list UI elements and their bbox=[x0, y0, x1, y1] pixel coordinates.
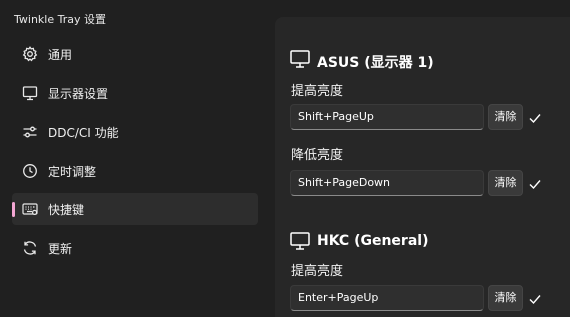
sidebar-item-schedule[interactable]: 定时调整 bbox=[12, 155, 258, 187]
brightness-up-hotkey-input[interactable]: Enter+PageUp bbox=[290, 285, 484, 311]
refresh-icon bbox=[23, 241, 37, 255]
gear-icon bbox=[22, 46, 38, 62]
keyboard-icon bbox=[22, 203, 38, 215]
clear-button[interactable]: 清除 bbox=[488, 285, 523, 311]
brightness-down-label: 降低亮度 bbox=[291, 148, 344, 163]
sidebar-item-ddcci[interactable]: DDC/CI 功能 bbox=[12, 116, 258, 148]
check-icon bbox=[529, 180, 541, 190]
monitor-name: ASUS (显示器 1) bbox=[317, 55, 434, 71]
sidebar-item-monitor-settings[interactable]: 显示器设置 bbox=[12, 77, 258, 109]
sidebar-item-label: 显示器设置 bbox=[48, 87, 109, 101]
sidebar-item-general[interactable]: 通用 bbox=[12, 38, 258, 70]
window-title: Twinkle Tray 设置 bbox=[14, 13, 106, 26]
hotkey-value: Shift+PageUp bbox=[298, 110, 374, 123]
sidebar-item-label: 定时调整 bbox=[48, 165, 97, 179]
brightness-up-label: 提高亮度 bbox=[291, 84, 344, 99]
check-icon bbox=[529, 114, 541, 124]
sidebar-item-label: DDC/CI 功能 bbox=[48, 126, 119, 140]
sidebar-item-label: 更新 bbox=[48, 242, 73, 256]
monitor-icon bbox=[290, 232, 310, 250]
clear-button[interactable]: 清除 bbox=[488, 170, 523, 196]
sidebar-item-label: 通用 bbox=[48, 48, 73, 62]
sliders-icon bbox=[23, 126, 37, 138]
check-icon bbox=[529, 295, 541, 305]
brightness-up-label: 提高亮度 bbox=[291, 264, 344, 279]
sidebar-item-update[interactable]: 更新 bbox=[12, 232, 258, 264]
brightness-up-hotkey-input[interactable]: Shift+PageUp bbox=[290, 104, 484, 130]
hotkey-value: Enter+PageUp bbox=[298, 291, 379, 304]
monitor-name: HKC (General) bbox=[317, 233, 429, 249]
sidebar-item-label: 快捷键 bbox=[48, 203, 85, 217]
monitor-icon bbox=[290, 50, 310, 68]
monitor-icon bbox=[22, 86, 38, 101]
sidebar-item-hotkeys[interactable]: 快捷键 bbox=[12, 193, 258, 225]
brightness-down-hotkey-input[interactable]: Shift+PageDown bbox=[290, 170, 484, 196]
hotkey-value: Shift+PageDown bbox=[298, 176, 391, 189]
clock-icon bbox=[23, 164, 37, 178]
hotkeys-panel: ASUS (显示器 1) 提高亮度 Shift+PageUp 清除 降低亮度 S… bbox=[275, 17, 570, 317]
clear-button[interactable]: 清除 bbox=[488, 104, 523, 130]
active-indicator bbox=[12, 202, 15, 217]
sidebar: 通用 显示器设置 DDC/CI 功能 定时调整 快捷键 更新 bbox=[0, 36, 270, 317]
